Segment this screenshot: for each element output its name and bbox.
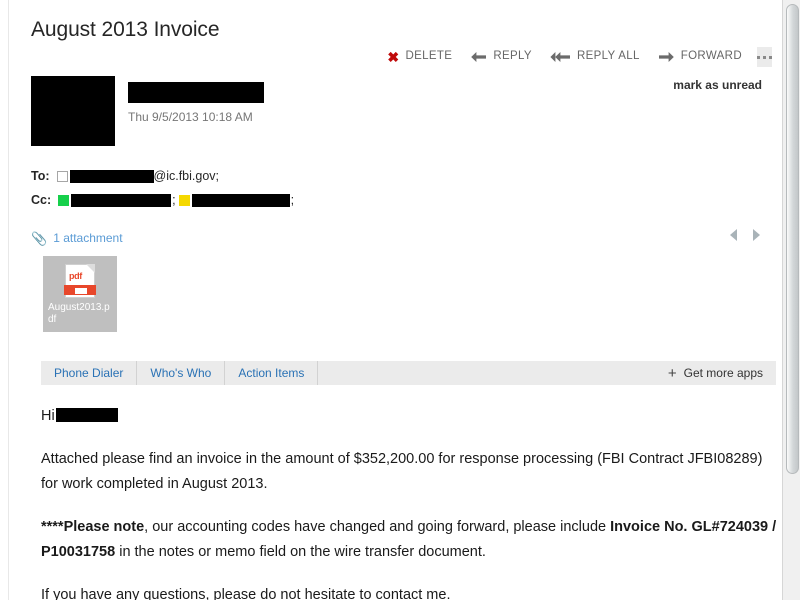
avatar [31,76,115,146]
body-paragraph-3: If you have any questions, please do not… [41,587,451,600]
body-greeting: Hi [41,404,781,429]
attachment-tile[interactable]: pdf August2013.pdf [43,256,117,332]
page-title: August 2013 Invoice [31,18,220,41]
email-reading-pane: August 2013 Invoice ✖ DELETE REPLY REPLY… [0,0,800,600]
greeting-name-redacted [55,408,118,422]
app-tab-phone-dialer[interactable]: Phone Dialer [41,361,138,385]
delete-button[interactable]: ✖ DELETE [378,47,461,67]
recipients-cc-row: Cc: ; ; [31,193,297,207]
cc-separator: ; [290,193,295,207]
message-pane: August 2013 Invoice ✖ DELETE REPLY REPLY… [10,0,782,600]
to-recipient-redacted [69,169,154,183]
vertical-scrollbar[interactable] [782,0,800,600]
app-tab-label: Who's Who [150,366,212,380]
paragraph-2-tail: in the notes or memo field on the wire t… [115,544,486,560]
to-recipient-domain: @ic.fbi.gov; [153,169,220,183]
ellipsis-dot-icon [769,55,772,59]
delete-x-icon: ✖ [387,49,400,65]
forward-button[interactable]: FORWARD [649,48,751,66]
greeting-text: Hi [41,408,55,424]
attachment-navigation [730,229,760,241]
app-tab-label: Phone Dialer [54,366,124,380]
plus-icon: + [667,364,677,382]
pdf-label: pdf [69,271,82,281]
next-attachment-icon[interactable] [753,229,760,241]
cc-separator: ; [172,193,176,207]
more-actions-button[interactable] [757,47,772,67]
paragraph-2-middle: , our accounting codes have changed and … [144,519,611,535]
reply-all-button[interactable]: REPLY ALL [541,48,649,66]
sender-name-redacted [128,82,264,103]
left-gutter [0,0,9,600]
cc-recipient-redacted [191,193,290,207]
to-label: To: [31,169,50,183]
cc-recipient-redacted [71,193,172,207]
get-more-apps-button[interactable]: + Get more apps [658,361,776,385]
presence-away-icon [178,194,190,206]
prev-attachment-icon[interactable] [730,229,737,241]
mark-as-unread-link[interactable]: mark as unread [673,78,762,92]
attachment-summary[interactable]: 📎 1 attachment [31,231,123,245]
reply-button[interactable]: REPLY [461,48,541,66]
attachment-count-label: 1 attachment [53,231,123,245]
pdf-file-icon: pdf [64,264,96,298]
apps-bar-spacer [318,361,657,385]
forward-arrow-icon [658,51,675,63]
app-tab-whos-who[interactable]: Who's Who [137,361,226,385]
ellipsis-dot-icon [757,55,760,59]
reply-arrow-icon [470,51,487,63]
paperclip-icon: 📎 [31,230,48,246]
ellipsis-dot-icon [763,55,766,59]
recipients-to-row: To: @ic.fbi.gov; [31,169,219,183]
reply-all-arrow-icon [550,51,571,63]
please-note-emphasis: ****Please note [41,519,145,535]
app-tab-action-items[interactable]: Action Items [225,361,319,385]
scrollbar-thumb[interactable] [786,4,799,474]
body-paragraph-2: ****Please note, our accounting codes ha… [41,515,781,565]
message-timestamp: Thu 9/5/2013 10:18 AM [128,110,253,124]
get-more-apps-label: Get more apps [683,366,763,380]
message-body: Hi Attached please find an invoice in th… [41,404,781,600]
presence-offline-icon [56,170,68,182]
presence-available-icon [58,194,70,206]
body-paragraph-1: Attached please find an invoice in the a… [41,451,763,492]
command-bar: ✖ DELETE REPLY REPLY ALL FORWARD [387,44,772,70]
cc-label: Cc: [31,193,52,207]
app-tab-label: Action Items [238,366,305,380]
attachment-filename: August2013.pdf [48,302,110,325]
apps-bar: Phone Dialer Who's Who Action Items + Ge… [41,361,776,385]
